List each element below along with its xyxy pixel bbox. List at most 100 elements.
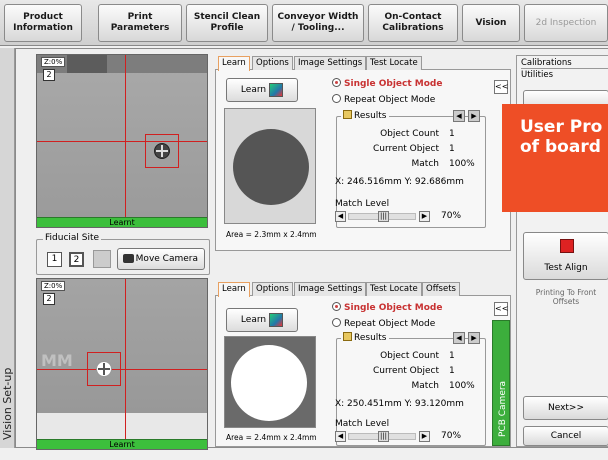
test-align-button[interactable]: Test Align — [523, 232, 608, 280]
results-icon — [343, 332, 352, 341]
cancel-button[interactable]: Cancel — [523, 426, 608, 446]
fiducial-camera-view-top[interactable]: Z:0% 2 Learnt — [36, 54, 208, 228]
slider-increase-icon[interactable]: ▶ — [419, 431, 430, 442]
match-level-label: Match Level — [335, 199, 390, 209]
pcb-camera-view-bottom[interactable]: MM Z:0% 2 Learnt — [36, 278, 208, 450]
repeat-object-mode-label: Repeat Object Mode — [344, 319, 436, 329]
match-label: Match — [411, 159, 439, 169]
zoom-indicator: Z:0% — [41, 281, 66, 291]
radio-unselected-icon — [332, 318, 341, 327]
swap-sites-icon[interactable] — [93, 250, 111, 268]
repeat-object-mode-label: Repeat Object Mode — [344, 95, 436, 105]
results-group: Results ◀ ▶ Object Count 1 Current Objec… — [335, 332, 486, 446]
learnt-fiducial — [233, 129, 309, 205]
nav-vision[interactable]: Vision — [462, 4, 520, 42]
single-object-mode-label: Single Object Mode — [344, 79, 443, 89]
crosshair-horizontal — [37, 369, 207, 370]
results-label: Results — [354, 333, 387, 343]
learn-icon — [269, 83, 284, 97]
learn-button[interactable]: Learn — [226, 78, 298, 102]
collapse-panel-button[interactable]: << — [494, 302, 508, 316]
slider-decrease-icon[interactable]: ◀ — [335, 211, 346, 222]
slider-increase-icon[interactable]: ▶ — [419, 211, 430, 222]
next-result-button[interactable]: ▶ — [468, 332, 480, 344]
site-number-badge: 2 — [43, 293, 55, 305]
move-camera-label: Move Camera — [135, 254, 198, 264]
test-align-label: Test Align — [544, 263, 588, 273]
top-navigation: Product Information Print Parameters Ste… — [0, 0, 608, 46]
learnt-fiducial — [231, 345, 307, 421]
tab-learn[interactable]: Learn — [218, 282, 250, 297]
match-value: 100% — [449, 381, 475, 391]
camera-image-board-edge — [37, 413, 207, 441]
calibrations-label[interactable]: Calibrations — [521, 58, 608, 69]
printing-offsets-note: Printing To Front Offsets — [535, 288, 597, 306]
learnt-image-thumbnail — [224, 108, 316, 224]
tab-offsets[interactable]: Offsets — [422, 282, 460, 296]
crosshair-vertical — [125, 55, 126, 227]
results-group: Results ◀ ▶ Object Count 1 Current Objec… — [335, 110, 486, 228]
single-object-mode-radio[interactable]: Single Object Mode — [332, 78, 442, 89]
side-title: Vision Set-up — [1, 367, 14, 440]
utilities-label[interactable]: Utilities — [521, 70, 553, 80]
crosshair-horizontal — [37, 141, 207, 142]
tab-image-settings[interactable]: Image Settings — [294, 56, 367, 70]
tab-test-locate[interactable]: Test Locate — [366, 56, 422, 70]
nav-stencil-clean-profile[interactable]: Stencil Clean Profile — [186, 4, 268, 42]
match-level-value: 70% — [441, 431, 462, 441]
repeat-object-mode-radio[interactable]: Repeat Object Mode — [332, 94, 435, 105]
align-arrows-icon — [560, 239, 574, 253]
radio-unselected-icon — [332, 94, 341, 103]
nav-product-information[interactable]: Product Information — [4, 4, 82, 42]
collapse-panel-button[interactable]: << — [494, 80, 508, 94]
tab-test-locate[interactable]: Test Locate — [366, 282, 422, 296]
nav-2d-inspection[interactable]: 2d Inspection — [524, 4, 608, 42]
match-level-slider[interactable]: ◀ ||| ▶ 70% — [335, 211, 485, 222]
object-count-label: Object Count — [380, 129, 439, 139]
area-readout: Area = 2.3mm x 2.4mm — [226, 230, 317, 239]
camera-image-dark-block — [67, 55, 107, 73]
slider-thumb[interactable]: ||| — [378, 431, 389, 442]
fiducial-site-1-button[interactable]: 1 — [47, 252, 62, 267]
slider-decrease-icon[interactable]: ◀ — [335, 431, 346, 442]
object-count-value: 1 — [449, 351, 455, 361]
previous-result-button[interactable]: ◀ — [453, 110, 465, 122]
tab-learn[interactable]: Learn — [218, 56, 250, 71]
match-level-slider[interactable]: ◀ ||| ▶ 70% — [335, 431, 485, 442]
learn-button[interactable]: Learn — [226, 308, 298, 332]
tab-options[interactable]: Options — [252, 56, 293, 70]
crosshair-vertical — [125, 279, 126, 449]
nav-conveyor-width[interactable]: Conveyor Width / Tooling... — [272, 4, 364, 42]
match-level-value: 70% — [441, 211, 462, 221]
single-object-mode-radio[interactable]: Single Object Mode — [332, 302, 442, 313]
object-count-label: Object Count — [380, 351, 439, 361]
position-readout: X: 246.516mm Y: 92.686mm — [335, 177, 464, 187]
area-readout: Area = 2.4mm x 2.4mm — [226, 433, 317, 442]
callout-line-1: User Pro — [520, 117, 603, 137]
repeat-object-mode-radio[interactable]: Repeat Object Mode — [332, 318, 435, 329]
tab-image-settings[interactable]: Image Settings — [294, 282, 367, 296]
learnt-image-thumbnail — [224, 336, 316, 428]
next-result-button[interactable]: ▶ — [468, 110, 480, 122]
results-header: Results — [341, 332, 389, 343]
previous-result-button[interactable]: ◀ — [453, 332, 465, 344]
learn-label: Learn — [240, 85, 267, 95]
site-number-badge: 2 — [43, 69, 55, 81]
fiducial-cross-v — [103, 363, 105, 375]
nav-print-parameters[interactable]: Print Parameters — [98, 4, 182, 42]
tab-options[interactable]: Options — [252, 282, 293, 296]
match-value: 100% — [449, 159, 475, 169]
slider-thumb[interactable]: ||| — [378, 211, 389, 222]
fiducial-cross-v — [161, 145, 163, 157]
fiducial-site-2-button[interactable]: 2 — [69, 252, 84, 267]
next-button[interactable]: Next>> — [523, 396, 608, 420]
move-camera-button[interactable]: Move Camera — [117, 248, 205, 270]
results-header: Results — [341, 110, 389, 121]
object-count-value: 1 — [449, 129, 455, 139]
learn-status-bar: Learnt — [37, 439, 207, 449]
learn-icon — [269, 313, 284, 327]
learn-status-bar: Learnt — [37, 217, 207, 227]
zoom-indicator: Z:0% — [41, 57, 66, 67]
nav-on-contact-calibrations[interactable]: On-Contact Calibrations — [368, 4, 458, 42]
learn-panel-bottom: Learn Options Image Settings Test Locate… — [215, 282, 511, 447]
